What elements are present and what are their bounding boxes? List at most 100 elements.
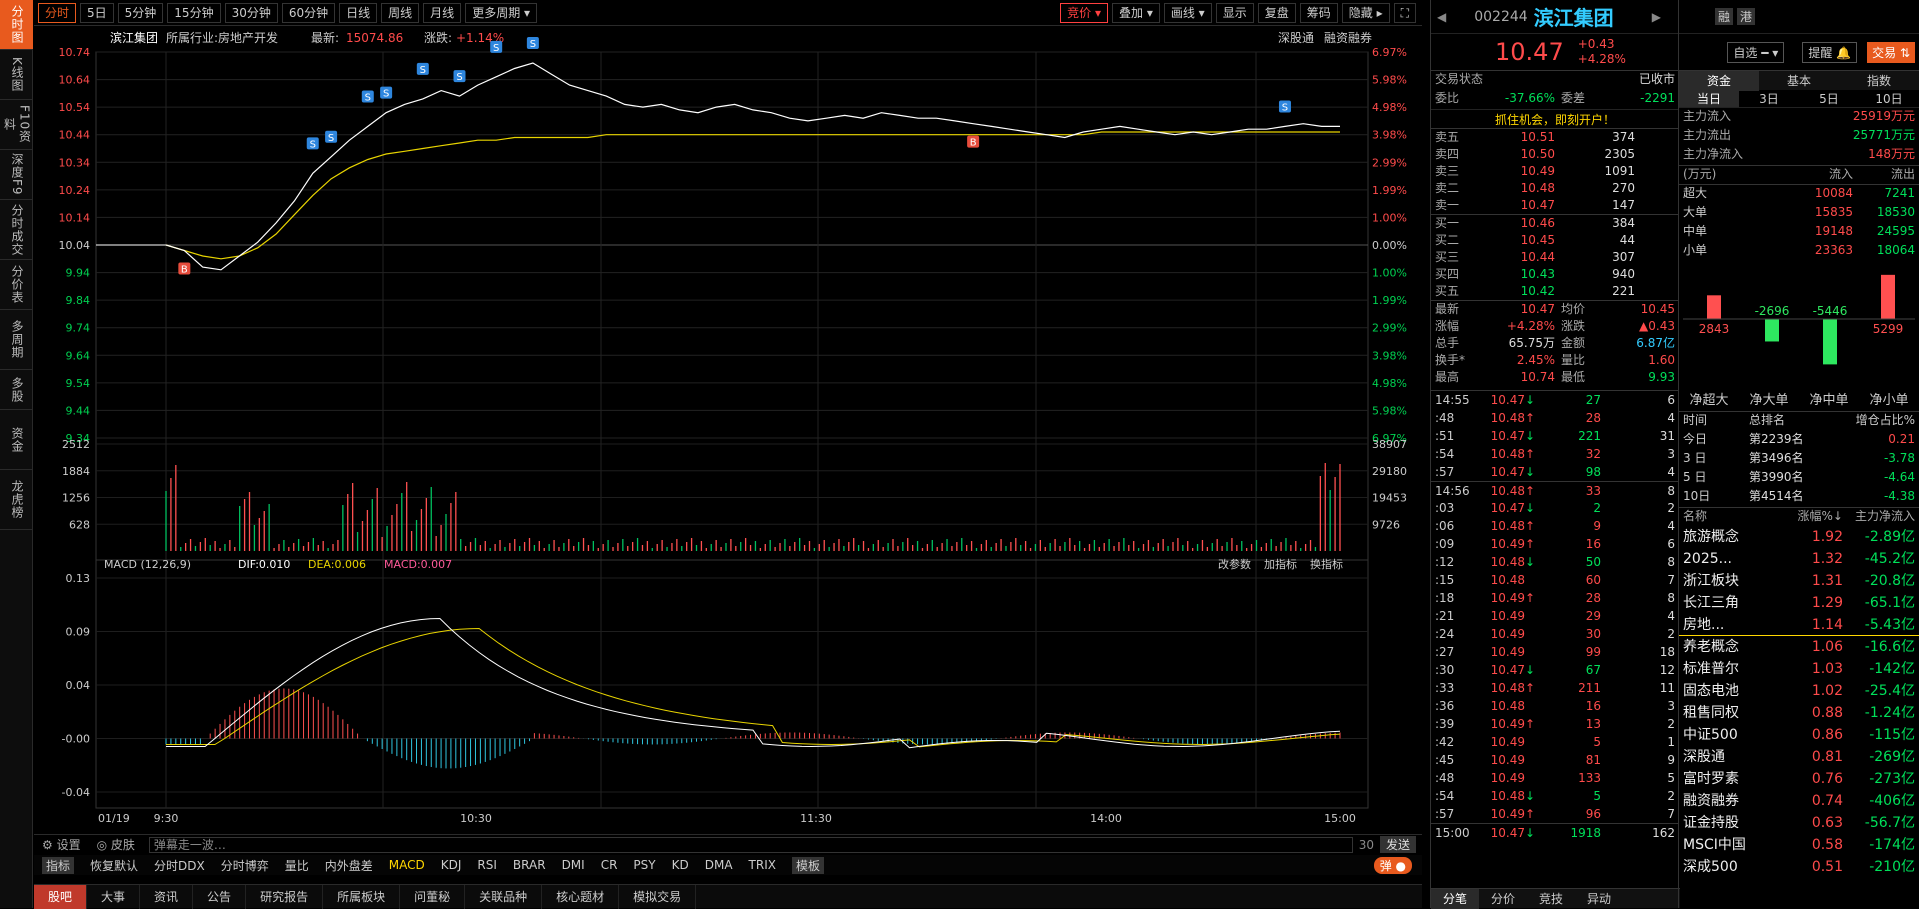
nav-item-0[interactable]: 分时图 bbox=[0, 0, 33, 50]
sector-row[interactable]: 租售同权 0.88 -1.24亿 bbox=[1679, 702, 1919, 724]
period-2[interactable]: 5分钟 bbox=[117, 2, 164, 23]
alert-button[interactable]: 提醒 🔔 bbox=[1802, 41, 1858, 63]
indicator-2[interactable]: 分时DDX bbox=[154, 857, 205, 874]
tool-6[interactable]: 隐藏 ▸ bbox=[1341, 2, 1390, 23]
sector-row[interactable]: 旅游概念 1.92 -2.89亿 bbox=[1679, 526, 1919, 548]
indicator-12[interactable]: PSY bbox=[633, 858, 655, 872]
indicator-8[interactable]: RSI bbox=[477, 858, 497, 872]
bottom-tab-8[interactable]: 核心题材 bbox=[542, 884, 620, 909]
tool-5[interactable]: 筹码 bbox=[1299, 2, 1338, 23]
tick-tab-3[interactable]: 异动 bbox=[1575, 889, 1623, 909]
sector-row[interactable]: 标准普尔 1.03 -142亿 bbox=[1679, 658, 1919, 680]
fund-sub-1[interactable]: 3日 bbox=[1739, 90, 1799, 107]
bid-volume: 384 bbox=[1612, 216, 1635, 230]
trade-button[interactable]: 交易 ⇅ bbox=[1867, 41, 1915, 63]
fund-tab-1[interactable]: 基本 bbox=[1759, 71, 1839, 91]
fund-tab-0[interactable]: 资金 bbox=[1679, 71, 1759, 91]
send-button[interactable]: 发送 bbox=[1379, 836, 1416, 853]
indicator-7[interactable]: KDJ bbox=[441, 858, 462, 872]
nav-item-8[interactable]: 资金 bbox=[0, 410, 33, 470]
danmaku-toggle[interactable]: 弹 ● bbox=[1373, 856, 1412, 874]
indicator-0[interactable]: 指标 bbox=[42, 856, 75, 874]
tool-1[interactable]: 叠加 ▾ bbox=[1112, 2, 1160, 23]
fund-tab-2[interactable]: 指数 bbox=[1839, 71, 1919, 91]
bid-price: 10.45 bbox=[1520, 233, 1555, 247]
danmaku-input[interactable]: 弹幕走一波… bbox=[148, 836, 1353, 853]
fullscreen-icon[interactable]: ⛶ bbox=[1393, 2, 1416, 23]
nav-item-1[interactable]: K线图 bbox=[0, 50, 33, 100]
period-9[interactable]: 更多周期 ▾ bbox=[465, 2, 538, 23]
next-stock-icon[interactable]: ▶ bbox=[1652, 10, 1661, 24]
indicator-11[interactable]: CR bbox=[601, 858, 618, 872]
indicator-14[interactable]: DMA bbox=[705, 858, 733, 872]
indicator-6[interactable]: MACD bbox=[389, 858, 425, 872]
fund-sub-0[interactable]: 当日 bbox=[1679, 90, 1739, 107]
open-account-link[interactable]: 抓住机会，即刻开户！ bbox=[1431, 109, 1679, 129]
period-7[interactable]: 周线 bbox=[381, 2, 420, 23]
bottom-tab-1[interactable]: 大事 bbox=[87, 884, 141, 909]
indicator-16[interactable]: 模板 bbox=[791, 856, 824, 874]
watchlist-button[interactable]: 自选 ━ ▾ bbox=[1727, 41, 1785, 63]
tool-0[interactable]: 竞价 ▾ bbox=[1060, 2, 1109, 23]
sector-row[interactable]: 富时罗素 0.76 -273亿 bbox=[1679, 768, 1919, 790]
bid-row: 买一 10.46 384 bbox=[1431, 215, 1679, 232]
nav-item-3[interactable]: 深度F9 bbox=[0, 150, 33, 200]
period-1[interactable]: 5日 bbox=[80, 2, 114, 23]
macd-tick: 0.13 bbox=[66, 572, 91, 585]
sector-row[interactable]: 房地... 1.14 -5.43亿 bbox=[1679, 614, 1919, 636]
indicator-13[interactable]: KD bbox=[672, 858, 689, 872]
bottom-tab-3[interactable]: 公告 bbox=[193, 884, 247, 909]
tool-2[interactable]: 画线 ▾ bbox=[1163, 2, 1212, 23]
bottom-tab-6[interactable]: 问董秘 bbox=[400, 884, 466, 909]
indicator-9[interactable]: BRAR bbox=[513, 858, 546, 872]
nav-item-6[interactable]: 多周期 bbox=[0, 310, 33, 370]
sector-row[interactable]: 中证500 0.86 -115亿 bbox=[1679, 724, 1919, 746]
bottom-tab-4[interactable]: 研究报告 bbox=[246, 884, 324, 909]
sector-row[interactable]: 长江三角 1.29 -65.1亿 bbox=[1679, 592, 1919, 614]
sector-row[interactable]: 深股通 0.81 -269亿 bbox=[1679, 746, 1919, 768]
nav-item-5[interactable]: 分价表 bbox=[0, 260, 33, 310]
sector-row[interactable]: 固态电池 1.02 -25.4亿 bbox=[1679, 680, 1919, 702]
sector-list[interactable]: 名称 涨幅%↓ 主力净流入 旅游概念 1.92 -2.89亿 2025... 1.32 -45.… bbox=[1679, 507, 1919, 878]
indicator-3[interactable]: 分时博弈 bbox=[221, 857, 269, 874]
period-0[interactable]: 分时 bbox=[38, 2, 77, 23]
tick-tab-2[interactable]: 竞技 bbox=[1527, 889, 1575, 909]
nav-item-4[interactable]: 分时成交 bbox=[0, 200, 33, 260]
bottom-tab-2[interactable]: 资讯 bbox=[140, 884, 194, 909]
fund-sub-3[interactable]: 10日 bbox=[1859, 90, 1919, 107]
tool-4[interactable]: 复盘 bbox=[1257, 2, 1296, 23]
tick-tab-1[interactable]: 分价 bbox=[1479, 889, 1527, 909]
bottom-tab-9[interactable]: 模拟交易 bbox=[619, 884, 697, 909]
period-3[interactable]: 15分钟 bbox=[167, 2, 221, 23]
sector-row[interactable]: 2025... 1.32 -45.2亿 bbox=[1679, 548, 1919, 570]
indicator-10[interactable]: DMI bbox=[562, 858, 585, 872]
settings-button[interactable]: ⚙ 设置 bbox=[42, 836, 81, 853]
nav-item-2[interactable]: F10资料 bbox=[0, 100, 33, 150]
bottom-tab-7[interactable]: 关联品种 bbox=[465, 884, 543, 909]
skin-button[interactable]: ◎ 皮肤 bbox=[97, 836, 135, 853]
sector-row[interactable]: 融资融券 0.74 -406亿 bbox=[1679, 790, 1919, 812]
sector-row[interactable]: 浙江板块 1.31 -20.8亿 bbox=[1679, 570, 1919, 592]
sector-row[interactable]: 养老概念 1.06 -16.6亿 bbox=[1679, 636, 1919, 658]
indicator-5[interactable]: 内外盘差 bbox=[325, 857, 373, 874]
sector-row[interactable]: MSCI中国 0.58 -174亿 bbox=[1679, 834, 1919, 856]
indicator-15[interactable]: TRIX bbox=[749, 858, 776, 872]
period-6[interactable]: 日线 bbox=[339, 2, 378, 23]
nav-item-9[interactable]: 龙虎榜 bbox=[0, 470, 33, 530]
fund-sub-2[interactable]: 5日 bbox=[1799, 90, 1859, 107]
prev-stock-icon[interactable]: ◀ bbox=[1437, 10, 1446, 24]
intraday-chart[interactable]: 10.74 6.97% 10.64 5.98% 10.54 4.98% 10.44 3.98%… bbox=[34, 26, 1422, 834]
bottom-tab-5[interactable]: 所属板块 bbox=[323, 884, 401, 909]
sector-row[interactable]: 证金持股 0.63 -56.7亿 bbox=[1679, 812, 1919, 834]
tick-list[interactable]: 14:55 10.47 ↓ 27 6:48 10.48 ↑ 28 4:51 10.47 ↓ 221 31… bbox=[1431, 391, 1679, 841]
tool-3[interactable]: 显示 bbox=[1215, 2, 1254, 23]
period-5[interactable]: 60分钟 bbox=[281, 2, 336, 23]
period-8[interactable]: 月线 bbox=[423, 2, 462, 23]
tick-tab-0[interactable]: 分笔 bbox=[1431, 889, 1480, 909]
period-4[interactable]: 30分钟 bbox=[224, 2, 278, 23]
indicator-1[interactable]: 恢复默认 bbox=[90, 857, 138, 874]
nav-item-7[interactable]: 多股 bbox=[0, 370, 33, 410]
indicator-4[interactable]: 量比 bbox=[285, 857, 309, 874]
bottom-tab-0[interactable]: 股吧 bbox=[34, 884, 88, 909]
sector-row[interactable]: 深成500 0.51 -210亿 bbox=[1679, 856, 1919, 878]
